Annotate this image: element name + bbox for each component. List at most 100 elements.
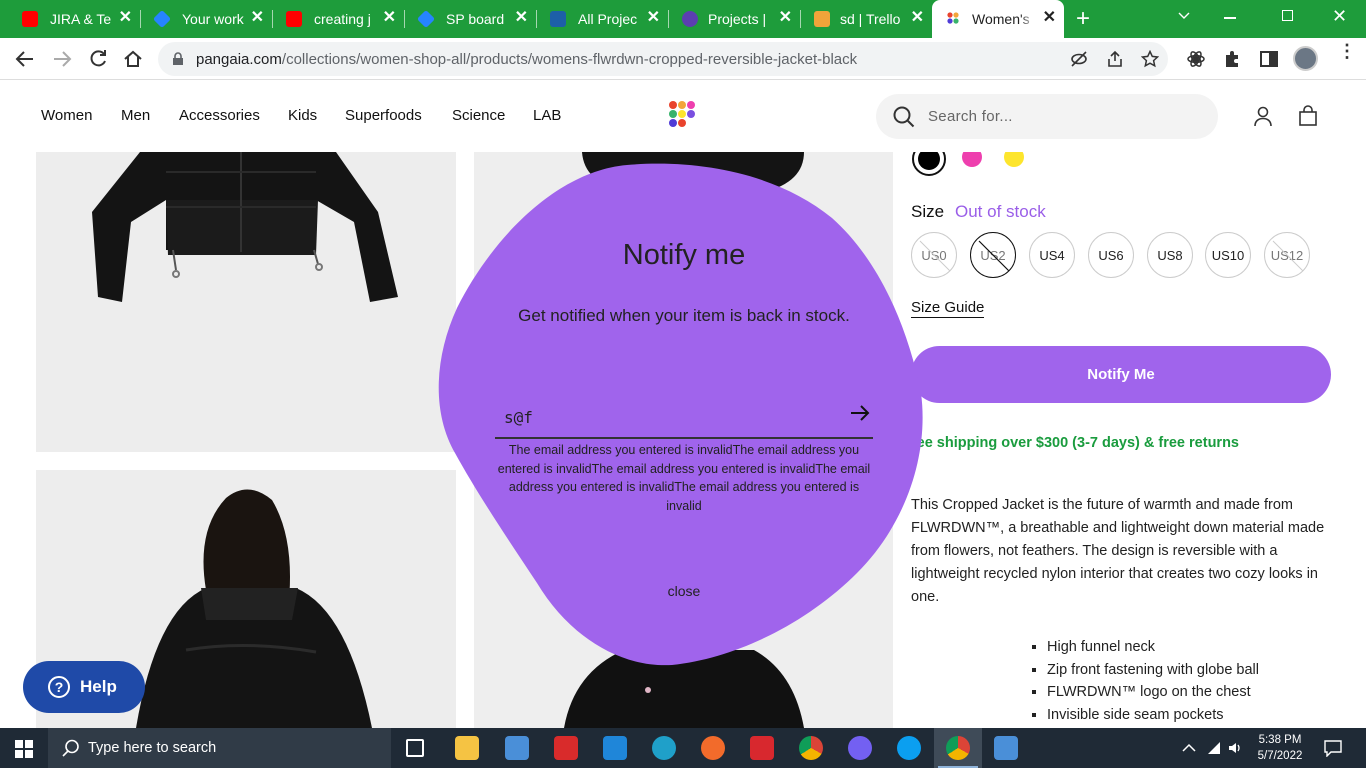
tab-search-icon[interactable] <box>1176 8 1192 29</box>
edge-icon[interactable] <box>652 736 676 760</box>
youtube-favicon-icon <box>286 11 302 27</box>
taskbar-search-placeholder: Type here to search <box>88 740 217 756</box>
tab-title: sd | Trello <box>840 11 901 27</box>
postman-icon[interactable] <box>701 736 725 760</box>
chevron-up-icon[interactable] <box>1182 742 1196 754</box>
product-info-panel: Size Out of stock US0 US2 US4 US6 US8 US… <box>895 152 1366 728</box>
nav-men[interactable]: Men <box>121 107 150 124</box>
bookmark-star-icon[interactable] <box>1141 50 1159 68</box>
close-tab-icon[interactable]: ✕ <box>779 9 792 27</box>
browser-tab[interactable]: creating j ✕ <box>272 0 404 38</box>
shipping-info: ree shipping over $300 (3-7 days) & free… <box>911 435 1239 451</box>
address-bar[interactable]: pangaia.com/collections/women-shop-all/p… <box>158 42 1168 76</box>
windows-taskbar: Type here to search 5:38 PM 5/7/2022 <box>0 728 1366 768</box>
stock-status: Out of stock <box>955 202 1046 221</box>
profile-avatar[interactable] <box>1293 46 1318 71</box>
search-icon <box>62 739 79 757</box>
side-panel-icon[interactable] <box>1259 49 1279 69</box>
extension-icon[interactable] <box>1186 49 1206 69</box>
pangaia-logo[interactable] <box>668 100 700 132</box>
list-item: FLWRDWN™ logo on the chest <box>1047 681 1259 704</box>
close-window-button[interactable]: ✕ <box>1332 6 1347 27</box>
nav-superfoods[interactable]: Superfoods <box>345 107 422 124</box>
size-option[interactable]: US12 <box>1264 232 1310 278</box>
home-icon[interactable] <box>122 48 144 75</box>
nav-women[interactable]: Women <box>41 107 92 124</box>
close-tab-icon[interactable]: ✕ <box>647 9 660 27</box>
size-option[interactable]: US8 <box>1147 232 1193 278</box>
close-tab-icon[interactable]: ✕ <box>251 9 264 27</box>
acrobat-icon[interactable] <box>554 736 578 760</box>
close-tab-icon[interactable]: ✕ <box>383 9 396 27</box>
modal-subtitle: Get notified when your item is back in s… <box>518 306 850 325</box>
new-tab-button[interactable]: + <box>1076 6 1090 32</box>
account-icon[interactable] <box>1252 105 1274 127</box>
taskbar-search-box[interactable]: Type here to search <box>48 728 391 768</box>
volume-icon[interactable] <box>1227 740 1243 756</box>
search-placeholder: Search for... <box>928 108 1013 125</box>
reload-icon[interactable] <box>87 48 109 75</box>
site-search-input[interactable]: Search for... <box>876 94 1218 139</box>
list-item: High funnel neck <box>1047 636 1259 659</box>
jira-favicon-icon <box>416 9 436 29</box>
notifications-icon[interactable] <box>1324 739 1342 757</box>
file-explorer-icon[interactable] <box>455 736 479 760</box>
help-question-icon: ? <box>48 676 70 698</box>
close-tab-icon[interactable]: ✕ <box>515 9 528 27</box>
submit-arrow-icon[interactable] <box>848 401 872 425</box>
chrome-icon[interactable] <box>799 736 823 760</box>
system-clock[interactable]: 5:38 PM 5/7/2022 <box>1245 732 1315 764</box>
cart-bag-icon[interactable] <box>1297 105 1319 127</box>
browser-tab[interactable]: sd | Trello ✕ <box>800 0 932 38</box>
size-option[interactable]: US6 <box>1088 232 1134 278</box>
antivirus-shield-icon[interactable] <box>750 736 774 760</box>
close-tab-icon[interactable]: ✕ <box>911 9 924 27</box>
color-swatch-yellow[interactable] <box>1004 152 1024 167</box>
nav-kids[interactable]: Kids <box>288 107 317 124</box>
windows-start-icon[interactable] <box>15 740 33 758</box>
size-option[interactable]: US4 <box>1029 232 1075 278</box>
active-chrome-taskbar-item[interactable] <box>934 728 982 768</box>
browser-tab[interactable]: Projects | ✕ <box>668 0 800 38</box>
wifi-icon[interactable] <box>1206 740 1222 756</box>
browser-tab-active[interactable]: Women's ✕ <box>932 0 1064 38</box>
site-header: Women Men Accessories Kids Superfoods Sc… <box>0 80 1366 152</box>
task-view-icon[interactable] <box>406 739 424 757</box>
close-tab-icon[interactable]: ✕ <box>119 9 132 27</box>
viber-icon[interactable] <box>848 736 872 760</box>
puzzle-extensions-icon[interactable] <box>1223 49 1243 69</box>
jacket-front-image <box>92 152 398 302</box>
skype-icon[interactable] <box>897 736 921 760</box>
size-option-selected[interactable]: US2 <box>970 232 1016 278</box>
color-swatch-pink[interactable] <box>962 152 982 167</box>
notify-me-button[interactable]: Notify Me <box>911 346 1331 403</box>
computer-icon[interactable] <box>505 736 529 760</box>
browser-tab[interactable]: All Projec ✕ <box>536 0 668 38</box>
email-field[interactable] <box>495 397 873 439</box>
vscode-icon[interactable] <box>603 736 627 760</box>
close-tab-icon[interactable]: ✕ <box>1043 9 1056 27</box>
browser-tab[interactable]: SP board ✕ <box>404 0 536 38</box>
clock-date: 5/7/2022 <box>1257 750 1303 762</box>
size-option[interactable]: US10 <box>1205 232 1251 278</box>
email-error-message: The email address you entered is invalid… <box>497 443 871 513</box>
nav-accessories[interactable]: Accessories <box>179 107 260 124</box>
nav-science[interactable]: Science <box>452 107 505 124</box>
chrome-menu-icon[interactable]: ⋮ <box>1338 42 1356 60</box>
nav-lab[interactable]: LAB <box>533 107 561 124</box>
forward-icon[interactable] <box>51 48 73 75</box>
modal-close-button[interactable]: close <box>437 583 931 599</box>
restore-button[interactable] <box>1282 10 1293 21</box>
browser-tab[interactable]: JIRA & Te ✕ <box>0 0 140 38</box>
browser-toolbar: pangaia.com/collections/women-shop-all/p… <box>0 38 1366 80</box>
minimize-button[interactable] <box>1224 17 1236 19</box>
help-button[interactable]: ? Help <box>23 661 145 713</box>
browser-tab[interactable]: Your work ✕ <box>140 0 272 38</box>
share-icon[interactable] <box>1106 50 1124 68</box>
back-icon[interactable] <box>14 48 36 75</box>
app-icon[interactable] <box>994 736 1018 760</box>
product-image-front[interactable] <box>36 152 456 452</box>
help-label: Help <box>80 677 117 696</box>
clock-time: 5:38 PM <box>1258 734 1302 746</box>
eye-slash-icon[interactable] <box>1070 50 1088 68</box>
